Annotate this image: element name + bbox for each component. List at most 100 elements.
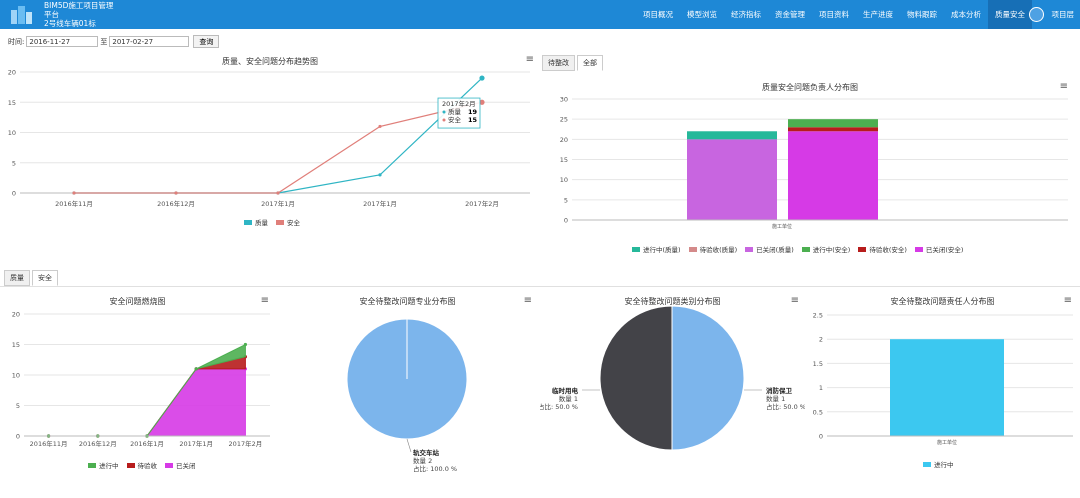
chart-legend: 进行中 xyxy=(923,459,962,469)
x-tick-label: 施工单位 xyxy=(937,439,957,446)
y-tick-label: 0 xyxy=(564,217,568,225)
data-point xyxy=(479,75,485,81)
legend-item[interactable]: 待验收 xyxy=(126,460,157,470)
x-tick-label: 2017年1月 xyxy=(363,199,397,208)
divider xyxy=(0,286,1080,287)
project-name: 2号线车辆01标 xyxy=(44,19,96,28)
area-series xyxy=(48,368,246,437)
legend-item[interactable]: 待验收(质量) xyxy=(688,244,737,254)
y-tick-label: 25 xyxy=(560,116,568,124)
legend-label: 已关闭(安全) xyxy=(925,246,964,254)
legend-swatch xyxy=(858,246,867,252)
y-tick-label: 2.5 xyxy=(813,312,823,320)
data-point xyxy=(243,342,247,347)
burn-chart-panel: 安全问题燃烧图 ≡ 0 5 10 15 20 2016年11月 2016年12月 2016年1… xyxy=(0,290,275,494)
nav-item[interactable]: 项目资料 xyxy=(812,0,856,29)
tab-quality[interactable]: 质量 xyxy=(4,270,30,286)
legend-item[interactable]: 已关闭(质量) xyxy=(745,244,794,254)
legend-swatch xyxy=(244,219,252,225)
bar-segment xyxy=(788,127,878,132)
legend-label: 进行中 xyxy=(934,461,954,469)
legend-item[interactable]: 安全 xyxy=(276,217,300,227)
user-avatar-icon[interactable] xyxy=(1029,7,1044,22)
legend-swatch xyxy=(126,462,135,468)
filter-to-label: 至 xyxy=(100,37,108,46)
data-point xyxy=(378,173,382,177)
nav-item[interactable]: 模型浏览 xyxy=(680,0,724,29)
data-point xyxy=(174,191,178,195)
slice-name: 轨交车站 xyxy=(413,448,440,457)
chart-title: 安全问题燃烧图 xyxy=(109,297,166,306)
legend-item[interactable]: 已关闭(安全) xyxy=(914,244,964,254)
nav-item[interactable]: 项目概况 xyxy=(636,0,680,29)
y-tick-label: 5 xyxy=(16,402,20,410)
legend-item[interactable]: 进行中(安全) xyxy=(801,244,850,254)
x-tick-label: 2016年11月 xyxy=(30,439,68,448)
menu-icon[interactable]: ≡ xyxy=(261,295,269,306)
y-tick-label: 1.5 xyxy=(813,360,823,368)
specialty-pie-chart: 轨交车站数量 2占比: 100.0 % xyxy=(346,318,468,473)
y-tick-label: 2 xyxy=(819,336,823,344)
menu-icon[interactable]: ≡ xyxy=(526,54,534,65)
x-tick-label: 2017年1月 xyxy=(261,199,295,208)
menu-icon[interactable]: ≡ xyxy=(791,295,799,306)
data-point xyxy=(378,124,382,129)
tooltip-title: 2017年2月 xyxy=(442,99,476,108)
tooltip-marker xyxy=(442,118,446,122)
legend-item[interactable]: 进行中 xyxy=(923,459,954,469)
legend-item[interactable]: 质量 xyxy=(244,217,268,227)
legend-label: 安全 xyxy=(287,219,300,227)
chart-legend: 进行中(质量) 待验收(质量) 已关闭(质量) 进行中(安全) 待验收(安全) 已关闭(安… xyxy=(632,244,971,254)
series-line xyxy=(74,77,483,194)
legend-item[interactable]: 进行中(质量) xyxy=(632,244,681,254)
slice-count: 数量 1 xyxy=(766,394,785,403)
legend-item[interactable]: 待验收(安全) xyxy=(858,244,907,254)
top-bar: BIM5D施工项目管理平台 2号线车辆01标 项目概况 模型浏览 经济指标 资金管理项… xyxy=(0,0,1080,29)
y-tick-label: 5 xyxy=(564,196,568,204)
bar-segment xyxy=(687,131,777,140)
label-connector xyxy=(406,438,412,453)
tab-pending[interactable]: 待整改 xyxy=(542,55,575,71)
user-name[interactable]: 项目层 xyxy=(1052,0,1075,29)
legend-swatch xyxy=(923,461,931,467)
y-tick-label: 15 xyxy=(8,99,16,107)
slice-percent: 占比: 100.0 % xyxy=(413,464,457,473)
legend-label: 已关闭(质量) xyxy=(756,246,794,254)
legend-item[interactable]: 进行中 xyxy=(88,460,119,470)
y-tick-label: 10 xyxy=(12,372,20,380)
nav-item[interactable]: 经济指标 xyxy=(724,0,768,29)
tab-safety[interactable]: 安全 xyxy=(32,270,58,286)
y-tick-label: 15 xyxy=(560,156,568,164)
end-date-input[interactable] xyxy=(109,36,190,47)
menu-icon[interactable]: ≡ xyxy=(1064,295,1072,306)
date-filter: 时间: 至 查询 xyxy=(8,35,220,48)
chart-title: 安全待整改问题类别分布图 xyxy=(624,297,721,306)
query-button[interactable]: 查询 xyxy=(193,35,220,48)
x-tick-label: 2016年12月 xyxy=(157,199,195,208)
x-tick-label: 2016年12月 xyxy=(79,439,117,448)
tooltip-value: 19 xyxy=(468,108,478,116)
nav-item[interactable]: 物料跟踪 xyxy=(900,0,944,29)
y-tick-label: 10 xyxy=(8,129,16,137)
legend-item[interactable]: 已关闭 xyxy=(165,460,196,470)
legend-swatch xyxy=(632,246,640,252)
chart-title: 安全待整改问题专业分布图 xyxy=(359,297,456,306)
menu-icon[interactable]: ≡ xyxy=(1060,81,1068,92)
bottom-tabs: 质量 安全 xyxy=(4,270,60,286)
menu-icon[interactable]: ≡ xyxy=(524,295,532,306)
data-point xyxy=(72,191,76,195)
legend-swatch xyxy=(801,246,810,252)
chart-title: 质量、安全问题分布趋势图 xyxy=(222,57,318,66)
nav-item[interactable]: 生产进度 xyxy=(856,0,900,29)
nav-item[interactable]: 质量安全 xyxy=(988,0,1032,29)
start-date-input[interactable] xyxy=(26,36,99,47)
trend-line-chart: 0 5 10 15 20 2016年11月 2016年12月 2017年1月 2017年1月 20… xyxy=(8,69,530,208)
nav-item[interactable]: 成本分析 xyxy=(944,0,988,29)
nav-item[interactable]: 资金管理 xyxy=(768,0,812,29)
tab-all[interactable]: 全部 xyxy=(577,55,603,71)
slice-name: 消防保卫 xyxy=(766,386,793,395)
x-tick-label: 2016年1月 xyxy=(130,439,164,448)
legend-label: 进行中 xyxy=(99,462,119,470)
specialty-pie-panel: 安全待整改问题专业分布图 ≡ 轨交车站 数量 2 占比: 100.0 % xyxy=(275,290,540,494)
legend-swatch xyxy=(745,246,754,252)
